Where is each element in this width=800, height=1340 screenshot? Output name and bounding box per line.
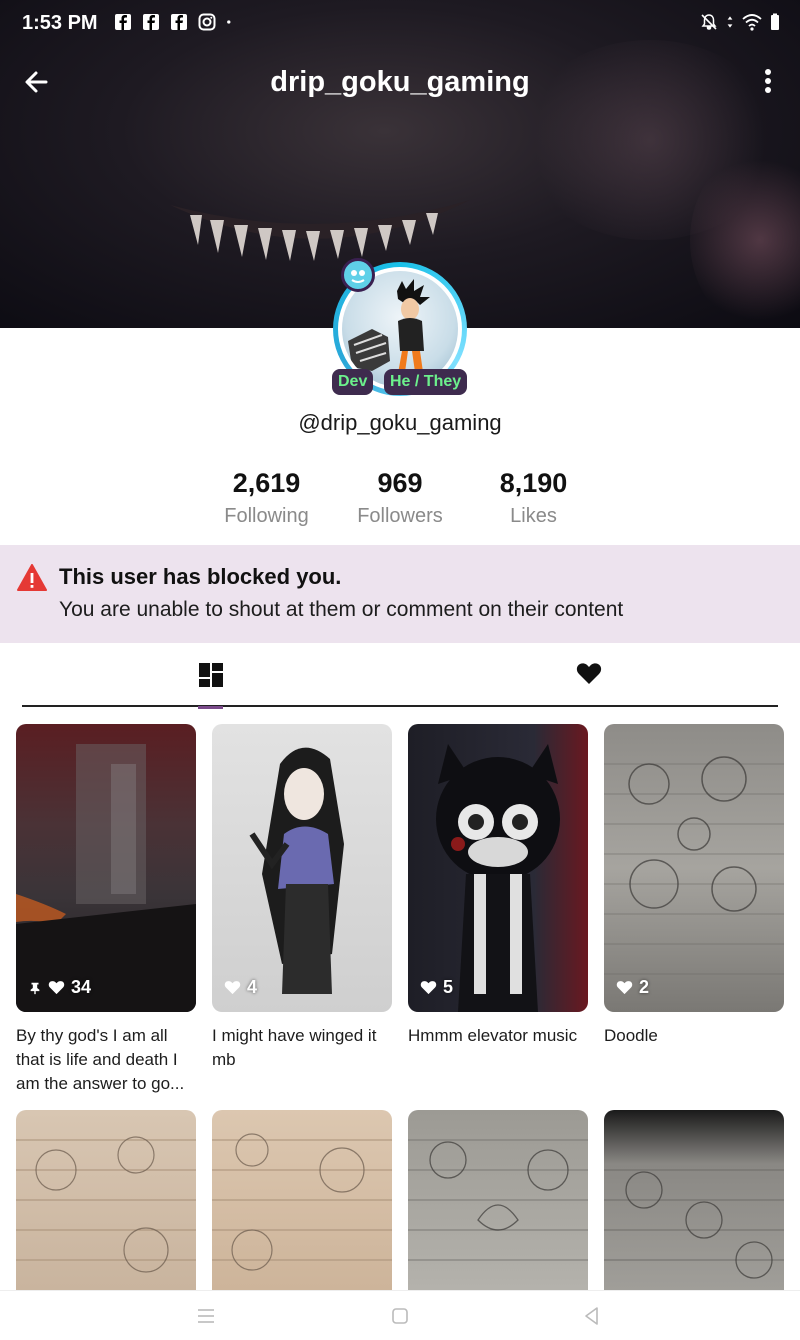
post-thumbnail: 2 xyxy=(604,724,784,1012)
stat-label: Following xyxy=(224,505,309,527)
post-thumbnail: 34 xyxy=(16,724,196,1012)
menu-icon[interactable] xyxy=(194,1305,218,1327)
instagram-icon xyxy=(198,13,216,31)
post-stats: 2 xyxy=(616,977,649,998)
post-thumbnail xyxy=(408,1110,588,1290)
pronoun-tag: He / They xyxy=(384,369,468,395)
profile-handle: @drip_goku_gaming xyxy=(298,410,502,435)
stat-value: 2,619 xyxy=(232,468,301,498)
notification-icons xyxy=(114,13,236,31)
stat-following[interactable]: 2,619 Following xyxy=(200,468,333,528)
more-options-button[interactable] xyxy=(758,66,778,98)
heart-icon xyxy=(576,663,602,684)
pin-icon xyxy=(30,982,40,994)
dot-icon xyxy=(227,20,231,24)
post-stats: 4 xyxy=(224,977,257,998)
data-arrows-icon xyxy=(727,16,733,28)
top-app-bar: drip_goku_gaming xyxy=(0,54,800,112)
post-title: Hmmm elevator music xyxy=(408,1026,578,1045)
facebook-icon xyxy=(171,14,187,30)
like-count: 2 xyxy=(639,977,650,997)
like-count: 5 xyxy=(443,977,454,997)
back-triangle-icon[interactable] xyxy=(580,1305,604,1327)
tab-grid[interactable] xyxy=(192,645,230,709)
page-title: drip_goku_gaming xyxy=(270,66,530,98)
content-tabs xyxy=(22,645,778,709)
system-navigation-bar xyxy=(0,1290,800,1340)
blocked-notice: This user has blocked you. You are unabl… xyxy=(0,545,800,643)
post-thumbnail xyxy=(212,1110,392,1290)
notice-title: This user has blocked you. xyxy=(59,564,342,589)
status-bar: 1:53 PM xyxy=(0,0,800,46)
wifi-icon xyxy=(742,14,762,31)
facebook-icon xyxy=(143,14,159,30)
dashboard-grid-icon xyxy=(199,663,223,687)
profile-stats: 2,619 Following 969 Followers 8,190 Like… xyxy=(200,468,600,528)
post-card[interactable] xyxy=(16,1110,196,1290)
post-thumbnail xyxy=(16,1110,196,1290)
post-title: By thy god's I am all that is life and d… xyxy=(16,1026,185,1093)
warning-triangle-icon xyxy=(17,564,47,591)
stat-label: Likes xyxy=(510,505,557,527)
post-title: Doodle xyxy=(604,1026,658,1045)
facebook-icon xyxy=(115,14,131,30)
stat-likes[interactable]: 8,190 Likes xyxy=(467,468,600,528)
stat-followers[interactable]: 969 Followers xyxy=(334,468,467,528)
post-card[interactable] xyxy=(604,1110,784,1290)
notice-message: You are unable to shout at them or comme… xyxy=(59,598,624,621)
heart-icon xyxy=(420,981,437,995)
role-tag: Dev xyxy=(332,369,374,395)
heart-icon xyxy=(48,981,65,995)
battery-icon xyxy=(771,13,779,30)
post-thumbnail: 4 xyxy=(212,724,392,1012)
tab-likes[interactable] xyxy=(570,645,608,707)
heart-icon xyxy=(224,981,241,995)
post-card[interactable]: 4 I might have winged it mb xyxy=(212,724,392,1072)
post-card[interactable] xyxy=(408,1110,588,1290)
stat-label: Followers xyxy=(357,505,443,527)
post-card[interactable]: 5 Hmmm elevator music xyxy=(408,724,588,1048)
more-vertical-icon xyxy=(765,69,771,93)
avatar-badge-icon xyxy=(341,258,375,292)
post-thumbnail xyxy=(604,1110,784,1290)
system-icons xyxy=(700,13,780,31)
bell-off-icon xyxy=(701,14,717,30)
post-title: I might have winged it mb xyxy=(212,1026,377,1069)
post-card[interactable] xyxy=(212,1110,392,1290)
post-stats: 34 xyxy=(28,977,91,998)
stat-value: 8,190 xyxy=(499,468,568,498)
active-tab-indicator xyxy=(198,706,223,709)
heart-icon xyxy=(616,981,633,995)
status-time: 1:53 PM xyxy=(22,12,98,34)
stat-value: 969 xyxy=(377,468,423,498)
post-card[interactable]: 2 Doodle xyxy=(604,724,784,1048)
home-icon[interactable] xyxy=(388,1305,412,1327)
like-count: 4 xyxy=(247,977,258,997)
like-count: 34 xyxy=(71,977,92,997)
post-stats: 5 xyxy=(420,977,453,998)
post-thumbnail: 5 xyxy=(408,724,588,1012)
post-card[interactable]: 34 By thy god's I am all that is life an… xyxy=(16,724,196,1096)
